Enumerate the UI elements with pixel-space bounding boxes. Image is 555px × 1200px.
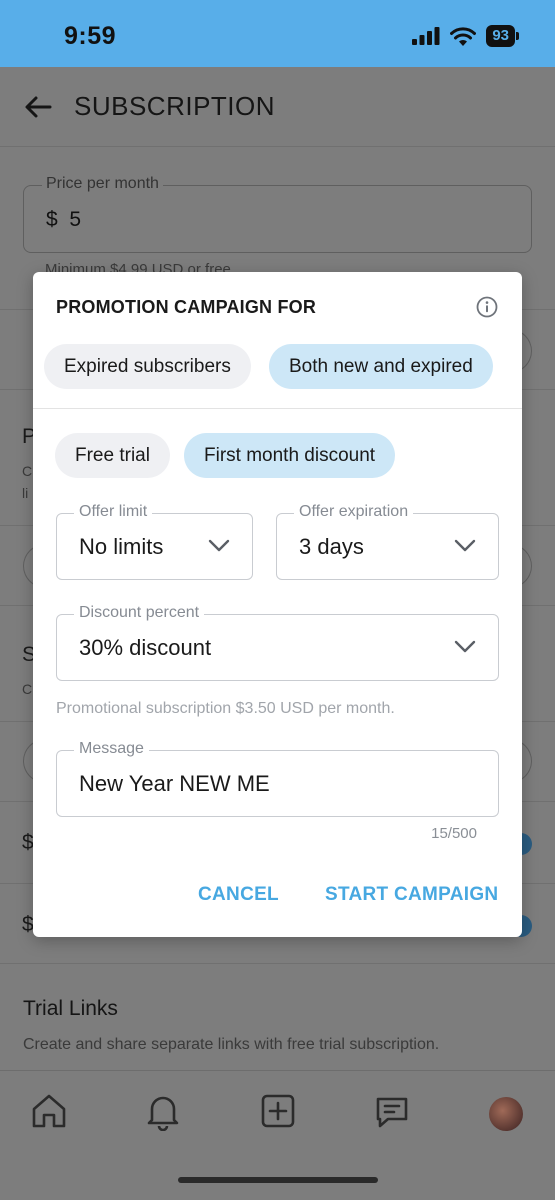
status-time: 9:59 [64,22,117,50]
page-title: SUBSCRIPTION [74,91,276,121]
price-field-value: $ 5 [46,208,81,232]
add-post-icon[interactable] [258,1091,298,1131]
trial-links-description: Create and share separate links with fre… [23,1036,440,1053]
home-indicator [178,1177,378,1183]
type-chip-free-trial[interactable]: Free trial [55,433,170,478]
section-text-fragment: C [22,681,33,697]
offer-expiration-select[interactable]: Offer expiration 3 days [276,503,499,580]
price-per-month-field[interactable]: Price per month $ 5 [23,175,532,253]
chevron-down-icon [208,539,230,552]
row-fragment: $ [22,831,34,854]
chevron-down-icon [454,640,476,653]
bell-icon[interactable] [143,1091,183,1131]
row-fragment: $ [22,913,34,936]
trial-links-title: Trial Links [23,997,118,1020]
message-field[interactable]: Message New Year NEW ME [56,740,499,817]
promotion-campaign-dialog: PROMOTION CAMPAIGN FOR Expired subscribe… [33,272,522,937]
discount-percent-select[interactable]: Discount percent 30% discount [56,604,499,681]
currency-symbol: $ [46,208,58,231]
offer-limit-select[interactable]: Offer limit No limits [56,503,253,580]
promotional-price-note: Promotional subscription $3.50 USD per m… [56,700,395,717]
dialog-title: PROMOTION CAMPAIGN FOR [56,297,317,317]
cancel-button[interactable]: CANCEL [198,884,279,906]
divider [33,408,522,409]
offer-limit-value: No limits [79,534,164,559]
cellular-signal-icon [412,27,440,45]
back-arrow-icon[interactable] [22,91,54,123]
chevron-down-icon [454,539,476,552]
wifi-icon [450,26,477,46]
type-chip-first-month-discount[interactable]: First month discount [184,433,396,478]
price-amount: 5 [69,208,82,231]
price-field-label: Price per month [42,175,163,193]
discount-percent-label: Discount percent [74,604,205,622]
audience-chip-expired[interactable]: Expired subscribers [44,344,251,389]
audience-chip-both[interactable]: Both new and expired [269,344,493,389]
info-icon[interactable] [476,296,498,318]
message-label: Message [74,740,149,758]
divider [0,963,555,964]
message-value: New Year NEW ME [79,771,270,796]
messages-icon[interactable] [372,1091,412,1131]
profile-avatar[interactable] [489,1097,523,1131]
discount-percent-value: 30% discount [79,635,212,660]
section-text-fragment: C [22,463,33,479]
status-bar: 9:59 93 [0,0,555,67]
app-header: SUBSCRIPTION [0,67,555,147]
start-campaign-button[interactable]: START CAMPAIGN [325,884,498,906]
character-counter: 15/500 [431,825,477,842]
status-icons: 93 [412,25,519,47]
offer-expiration-value: 3 days [299,534,364,559]
section-text-fragment: li [22,485,29,501]
battery-icon: 93 [486,25,519,47]
home-icon[interactable] [29,1091,69,1131]
offer-limit-label: Offer limit [74,503,153,521]
offer-expiration-label: Offer expiration [294,503,414,521]
